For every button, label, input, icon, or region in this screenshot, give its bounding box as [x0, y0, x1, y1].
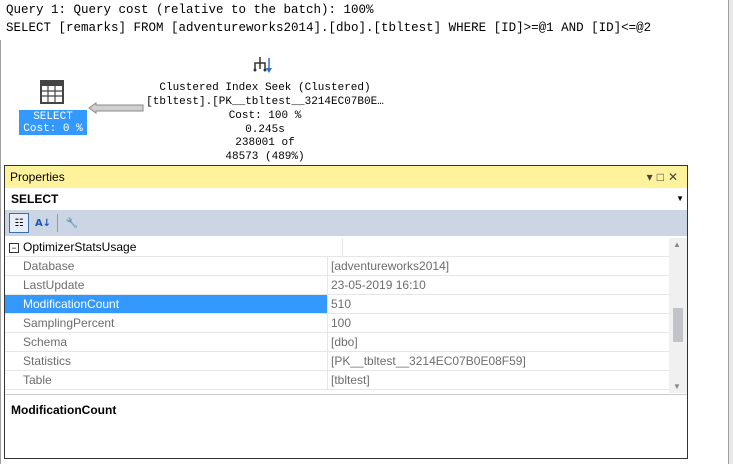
window-edge — [728, 0, 733, 464]
property-row[interactable]: Table [tbltest] — [5, 371, 669, 390]
property-grid: − OptimizerStatsUsage Database [adventurew… — [5, 238, 687, 393]
scroll-up-icon[interactable]: ▲ — [673, 240, 681, 249]
category-row[interactable]: − OptimizerStatsUsage — [5, 238, 669, 257]
property-name: Table — [5, 371, 328, 389]
seek-title: Clustered Index Seek (Clustered) — [159, 82, 371, 94]
property-value[interactable]: [dbo] — [328, 333, 669, 351]
object-name: SELECT — [11, 192, 59, 206]
property-value[interactable]: 100 — [328, 314, 669, 332]
properties-panel: Properties ▾□✕ SELECT ▼ ☷ A↓ 🔧 − Optimizer… — [4, 165, 688, 459]
index-seek-node[interactable]: Clustered Index Seek (Clustered) [tbltest… — [140, 82, 390, 164]
flow-arrow — [88, 102, 144, 114]
property-value[interactable]: [PK__tbltest__3214EC07B0E08F59] — [328, 352, 669, 370]
seek-rows-actual: 238001 of — [235, 137, 295, 149]
property-row[interactable]: Schema [dbo] — [5, 333, 669, 352]
property-row[interactable]: Database [adventureworks2014] — [5, 257, 669, 276]
chevron-down-icon[interactable]: ▼ — [676, 188, 684, 210]
toolbar-separator — [57, 214, 58, 232]
select-node-label: SELECT — [33, 111, 73, 123]
property-value[interactable]: [tbltest] — [328, 371, 669, 389]
property-value[interactable]: 23-05-2019 16:10 — [328, 276, 669, 294]
property-row[interactable]: ModificationCount 510 — [5, 295, 669, 314]
select-node[interactable]: SELECT Cost: 0 % — [19, 110, 87, 135]
wrench-icon[interactable]: 🔧 — [62, 213, 82, 233]
property-name: Database — [5, 257, 328, 275]
dropdown-icon[interactable]: ▾ — [647, 170, 657, 184]
result-table-icon[interactable] — [40, 80, 64, 104]
category-label: OptimizerStatsUsage — [23, 240, 137, 254]
divider — [0, 40, 1, 464]
seek-cost: Cost: 100 % — [228, 110, 302, 122]
property-row[interactable]: LastUpdate 23-05-2019 16:10 — [5, 276, 669, 295]
close-icon[interactable]: ✕ — [668, 170, 682, 184]
property-value[interactable]: 510 — [328, 295, 669, 313]
seek-time: 0.245s — [245, 123, 285, 136]
scrollbar-thumb[interactable] — [673, 308, 683, 342]
properties-title-bar: Properties ▾□✕ — [5, 166, 687, 188]
maximize-icon[interactable]: □ — [657, 170, 668, 184]
index-seek-icon[interactable] — [252, 55, 276, 77]
property-name: Statistics — [5, 352, 328, 370]
property-row[interactable]: Statistics [PK__tbltest__3214EC07B0E08F59… — [5, 352, 669, 371]
property-row[interactable]: SamplingPercent 100 — [5, 314, 669, 333]
select-node-cost: Cost: 0 % — [23, 123, 83, 135]
alphabetical-sort-icon[interactable]: A↓ — [33, 213, 53, 233]
property-name: ModificationCount — [5, 295, 328, 313]
collapse-icon[interactable]: − — [9, 243, 19, 253]
seek-object: [tbltest].[PK__tbltest__3214EC07B0E… — [146, 95, 384, 108]
query-cost-text: Query 1: Query cost (relative to the bat… — [6, 3, 374, 17]
seek-rows-estimated: 48573 (489%) — [225, 150, 305, 163]
property-name: SamplingPercent — [5, 314, 328, 332]
divider — [5, 394, 687, 395]
properties-title: Properties — [10, 170, 65, 184]
query-sql-text: SELECT [remarks] FROM [adventureworks201… — [6, 21, 652, 35]
property-name: Schema — [5, 333, 328, 351]
property-value[interactable]: [adventureworks2014] — [328, 257, 669, 275]
scrollbar[interactable]: ▲ ▼ — [669, 238, 687, 393]
property-description: ModificationCount — [11, 403, 117, 417]
properties-toolbar: ☷ A↓ 🔧 — [5, 210, 687, 236]
scroll-down-icon[interactable]: ▼ — [673, 382, 681, 391]
categorized-icon[interactable]: ☷ — [9, 213, 29, 233]
property-name: LastUpdate — [5, 276, 328, 294]
object-selector[interactable]: SELECT ▼ — [5, 188, 687, 210]
